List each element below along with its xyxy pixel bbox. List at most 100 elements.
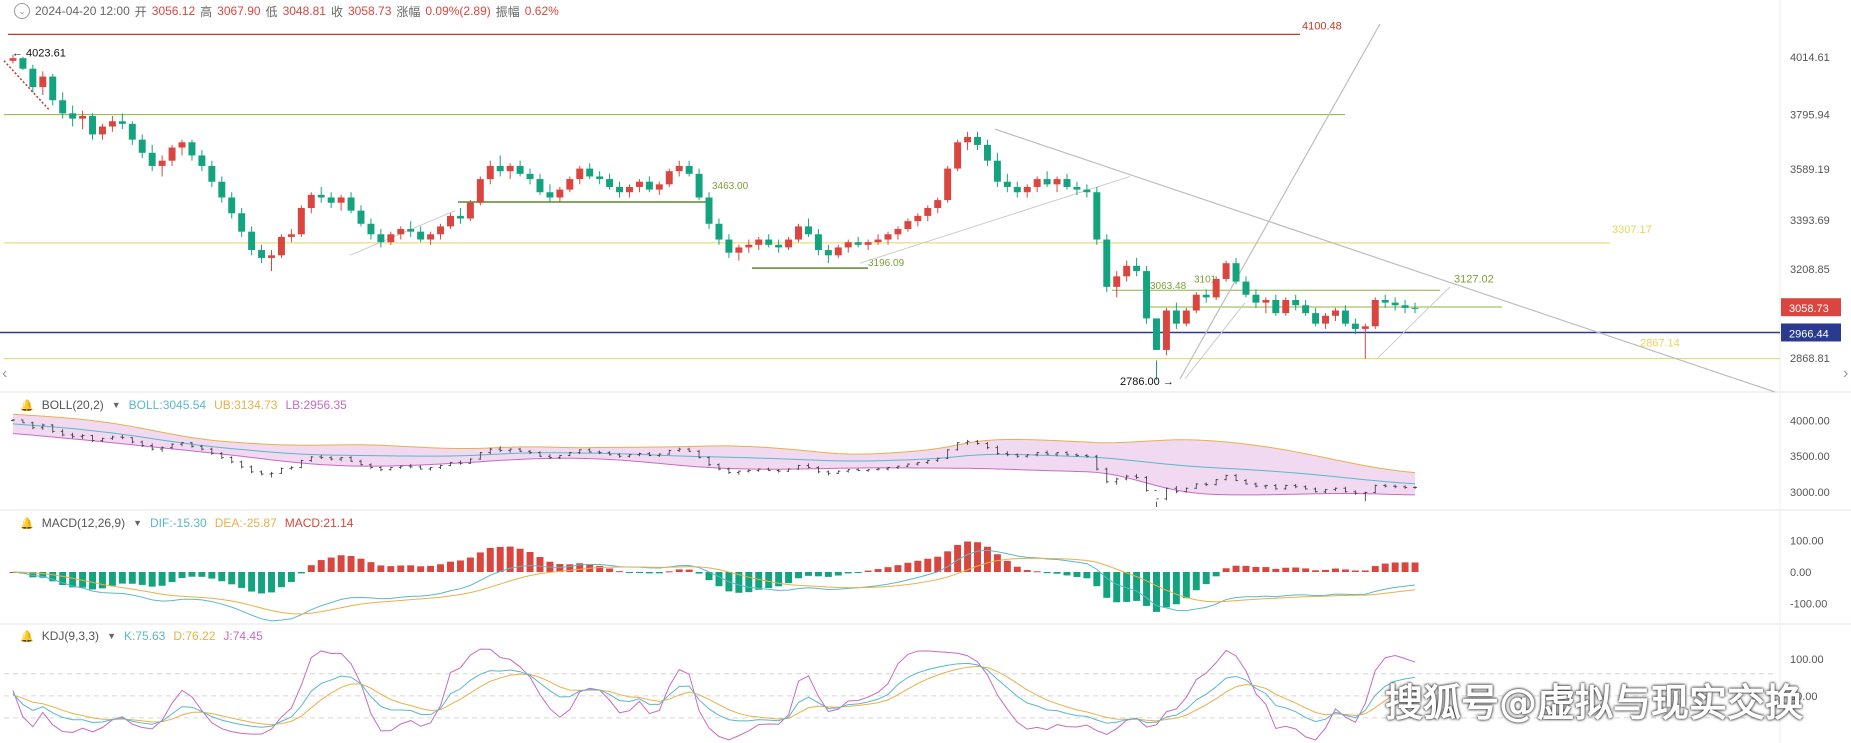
macd-histogram-bar	[89, 572, 97, 590]
candle-body	[79, 116, 87, 119]
candle-body	[287, 234, 295, 237]
macd-histogram-bar	[934, 556, 942, 572]
macd-histogram-bar	[1063, 572, 1071, 576]
candle-body	[625, 186, 633, 193]
alert-bell-icon[interactable]: 🔔	[20, 630, 34, 643]
macd-histogram-bar	[924, 558, 932, 572]
kdj-d: D:76.22	[173, 629, 216, 643]
macd-histogram-bar	[596, 565, 604, 572]
macd-histogram-bar	[228, 572, 236, 585]
candle-body	[775, 244, 783, 248]
candle-body	[1153, 318, 1160, 350]
label-3307: 3307.17	[1612, 224, 1652, 236]
macd-histogram-bar	[765, 572, 773, 589]
label-low-2786: 2786.00 →	[1120, 376, 1174, 388]
candle-body	[98, 126, 106, 135]
macd-histogram-bar	[1182, 572, 1190, 599]
candle-body	[586, 168, 594, 177]
candle-body	[89, 116, 97, 135]
price-axis-tick: 3393.69	[1790, 215, 1830, 227]
price-axis-tick: 4014.61	[1790, 52, 1830, 64]
macd-histogram-bar	[1143, 572, 1151, 606]
macd-histogram-bar	[1401, 562, 1409, 572]
macd-axis-tick: -100.00	[1790, 598, 1827, 610]
macd-histogram-bar	[118, 572, 126, 584]
chevron-down-icon[interactable]: ▼	[112, 400, 121, 410]
macd-histogram-bar	[407, 565, 415, 572]
candle-body	[725, 239, 733, 253]
candle-body	[884, 234, 892, 240]
downtrend-line	[994, 128, 1776, 393]
candle-body	[1262, 300, 1270, 303]
candle-body	[297, 208, 305, 235]
channel-line	[1377, 286, 1451, 359]
candle-body	[138, 139, 146, 153]
macd-histogram-bar	[1013, 566, 1021, 572]
chart-root: ⌄ 2024-04-20 12:00 开 3056.12 高 3067.90 低 30…	[0, 0, 1851, 743]
macd-histogram-bar	[447, 561, 454, 572]
macd-histogram-bar	[775, 572, 783, 587]
candle-body	[486, 165, 494, 180]
candle-body	[168, 147, 176, 161]
price-axis-tick: 3795.94	[1790, 109, 1830, 121]
macd-histogram-bar	[1172, 572, 1180, 605]
label-4100: 4100.48	[1302, 20, 1342, 32]
macd-histogram-bar	[536, 557, 544, 572]
macd-histogram-bar	[625, 572, 633, 573]
candle-body	[1361, 326, 1369, 329]
candle-body	[1083, 189, 1091, 193]
macd-histogram-bar	[218, 572, 226, 582]
candle-body	[1391, 302, 1399, 306]
candle-body	[1023, 186, 1031, 193]
macd-histogram-bar	[785, 572, 793, 584]
macd-histogram-bar	[466, 557, 474, 572]
macd-histogram-bar	[944, 551, 952, 572]
candle-body	[665, 171, 673, 185]
macd-histogram-bar	[526, 551, 534, 572]
candle-body	[1003, 181, 1011, 187]
macd-histogram-bar	[1312, 570, 1320, 572]
macd-histogram-bar	[1371, 566, 1379, 572]
candle-body	[1202, 294, 1210, 298]
price-chart-svg[interactable]: 4100.48 3307.17 2867.14 3463.00 3196.09 3127.…	[0, 0, 1851, 743]
channel-line	[1184, 302, 1246, 380]
candle-body	[864, 242, 872, 245]
candle-body	[894, 229, 902, 235]
macd-histogram-bar	[1351, 570, 1359, 572]
alert-bell-icon[interactable]: 🔔	[20, 517, 34, 530]
alert-bell-icon[interactable]: 🔔	[20, 399, 34, 412]
chevron-down-icon[interactable]: ▼	[107, 631, 116, 641]
candle-body	[993, 160, 1001, 182]
macd-histogram-bar	[138, 572, 146, 585]
macd-histogram-bar	[1083, 572, 1091, 579]
macd-histogram-bar	[1003, 560, 1011, 572]
macd-histogram-bar	[993, 554, 1001, 572]
candle-body	[437, 226, 445, 235]
macd-histogram-bar	[695, 572, 703, 574]
kdj-j: J:74.45	[223, 629, 263, 643]
boll-name: BOLL(20,2)	[41, 398, 104, 412]
candle-body	[645, 181, 653, 190]
macd-dif-line	[12, 549, 1416, 622]
boll-mid: BOLL:3045.54	[128, 398, 207, 412]
candle-body	[208, 165, 216, 182]
macd-histogram-bar	[208, 572, 216, 579]
candle-body	[59, 100, 67, 114]
macd-histogram-bar	[158, 572, 166, 586]
candle-body	[1252, 294, 1260, 303]
candle-body	[1192, 294, 1200, 311]
candle-body	[39, 76, 47, 88]
macd-histogram-bar	[427, 565, 435, 572]
label-high-4023: ← 4023.61	[12, 48, 66, 60]
macd-value: MACD:21.14	[284, 516, 354, 530]
candle-body	[914, 215, 922, 222]
candle-body	[496, 165, 504, 172]
macd-histogram-bar	[655, 572, 663, 574]
candle-body	[407, 229, 415, 232]
label-3196: 3196.09	[868, 258, 905, 269]
chevron-down-icon[interactable]: ▼	[133, 518, 142, 528]
macd-histogram-bar	[476, 552, 484, 572]
candle-body	[1103, 239, 1111, 287]
macd-histogram-bar	[665, 571, 673, 573]
macd-histogram-bar	[745, 572, 753, 593]
